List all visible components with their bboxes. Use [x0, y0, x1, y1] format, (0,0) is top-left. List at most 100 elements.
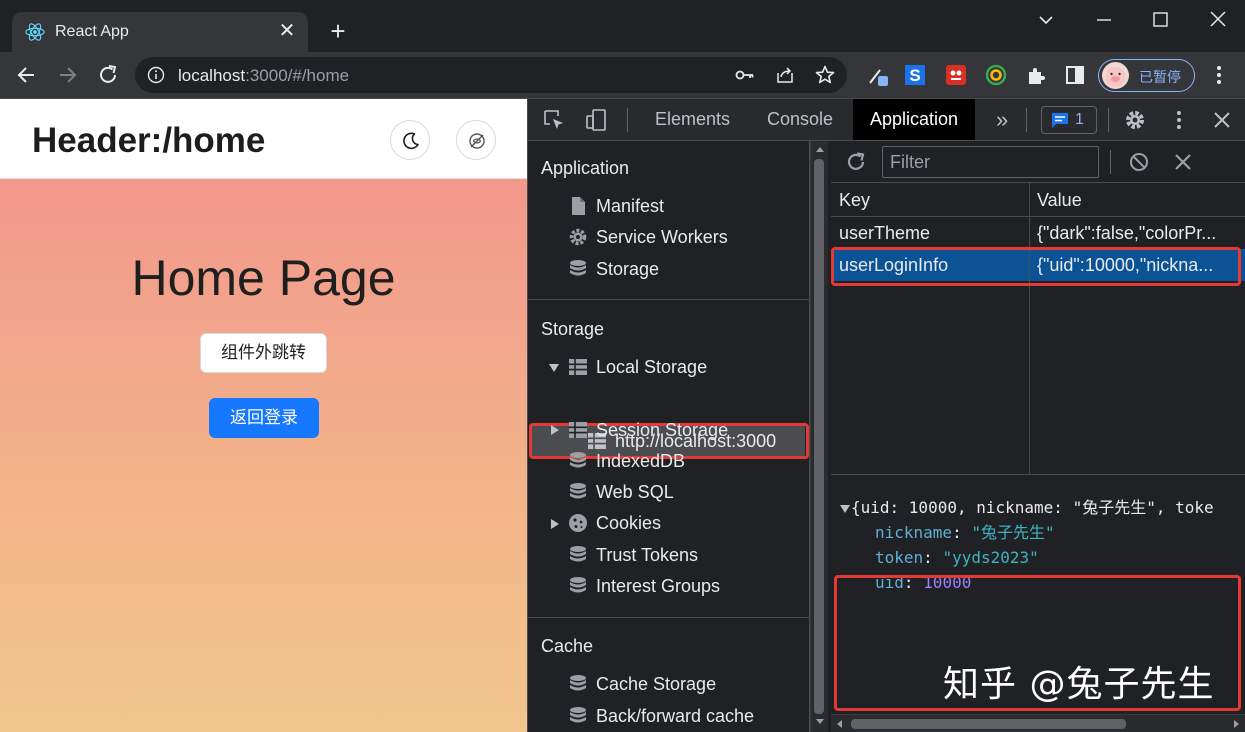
filter-input[interactable] — [882, 146, 1099, 178]
expanded-arrow-icon[interactable] — [548, 362, 560, 374]
collapsed-arrow-icon[interactable] — [549, 424, 561, 436]
issues-button[interactable]: 1 — [1041, 106, 1097, 134]
scroll-up-icon[interactable] — [815, 145, 825, 153]
preview-summary-tail: , toke — [1155, 498, 1214, 517]
database-icon — [570, 452, 586, 468]
table-row[interactable]: userTheme {"dark":false,"colorPr... — [831, 217, 1245, 249]
horizontal-scrollbar[interactable] — [831, 714, 1245, 732]
scrollbar-thumb[interactable] — [851, 719, 1126, 729]
scrollbar-thumb[interactable] — [814, 159, 824, 714]
sidebar-item-label: IndexedDB — [596, 451, 686, 471]
dark-mode-button[interactable] — [390, 120, 430, 160]
browser-tab-react-app[interactable]: React App ✕ — [12, 12, 308, 54]
settings-gear-icon[interactable] — [1123, 108, 1147, 132]
sidebar-item-label: Cookies — [596, 513, 662, 533]
application-sidebar: Application Manifest Service Workers Sto… — [528, 141, 810, 732]
back-arrow-icon[interactable] — [14, 62, 40, 88]
device-toggle-icon[interactable] — [584, 108, 608, 132]
tab-close-icon[interactable]: ✕ — [276, 20, 298, 42]
column-divider[interactable] — [1029, 183, 1030, 474]
side-panel-icon[interactable] — [1064, 64, 1086, 86]
toolbar-divider — [1026, 108, 1027, 132]
cell-key: userTheme — [839, 223, 931, 243]
extensions-puzzle-icon[interactable] — [1025, 64, 1047, 86]
delete-selected-icon[interactable] — [1173, 152, 1193, 172]
preview-summary-line[interactable]: {uid: 10000, nickname: "兔子先生", toke — [839, 496, 1214, 520]
file-icon — [572, 197, 585, 215]
collapsed-arrow-icon[interactable] — [549, 518, 561, 530]
sidebar-item-label: Web SQL — [596, 482, 674, 502]
preview-field-key: nickname — [875, 523, 953, 542]
profile-paused-label: 已暂停 — [1139, 69, 1181, 85]
scroll-right-icon[interactable] — [1233, 719, 1241, 729]
target-extension-icon[interactable] — [985, 64, 1007, 86]
tab-console[interactable]: Console — [767, 99, 833, 140]
preview-summary-mid: , nickname: — [956, 498, 1073, 517]
forward-arrow-icon[interactable] — [54, 62, 80, 88]
browser-title-bar: React App ✕ + — [0, 0, 1245, 54]
database-icon — [570, 707, 586, 723]
bookmark-star-icon[interactable] — [814, 64, 836, 86]
database-icon — [570, 577, 586, 593]
preview-field-value: "兔子先生" — [971, 523, 1055, 542]
more-tabs-button[interactable]: » — [996, 99, 1008, 140]
expanded-arrow-icon[interactable] — [839, 504, 851, 514]
window-close-icon[interactable] — [1204, 6, 1232, 34]
eye-off-icon — [469, 133, 485, 149]
sidebar-item-label: Trust Tokens — [596, 545, 699, 565]
table-grid-icon — [569, 359, 587, 375]
application-section-title: Application — [541, 158, 630, 178]
cell-value: {"dark":false,"colorPr... — [1037, 223, 1217, 243]
database-icon — [570, 260, 586, 276]
page-header: Header:/home — [0, 99, 527, 179]
sidebar-item-label: Manifest — [596, 196, 665, 216]
storage-section-title: Storage — [541, 319, 605, 339]
s-extension-icon[interactable]: S — [904, 64, 926, 86]
database-icon — [570, 483, 586, 499]
color-picker-extension-icon[interactable] — [867, 64, 889, 86]
color-toggle-button[interactable] — [456, 120, 496, 160]
minimize-icon[interactable] — [1090, 6, 1118, 34]
profile-button[interactable]: 已暂停 — [1098, 59, 1195, 92]
devtools-close-icon[interactable] — [1210, 108, 1234, 132]
share-icon[interactable] — [775, 65, 795, 85]
clear-all-icon[interactable] — [1128, 151, 1150, 173]
outside-jump-button[interactable]: 组件外跳转 — [200, 333, 327, 373]
sidebar-item-label: Interest Groups — [596, 576, 721, 596]
preview-summary-open: {uid: — [851, 498, 909, 517]
message-icon — [1052, 113, 1068, 128]
new-tab-button[interactable]: + — [326, 18, 350, 46]
scroll-left-icon[interactable] — [835, 719, 843, 729]
page-header-title: Header:/home — [32, 121, 266, 160]
preview-summary-uid: 10000 — [908, 498, 957, 517]
maximize-icon[interactable] — [1146, 6, 1174, 34]
react-logo-icon — [25, 23, 45, 41]
red-bug-extension-icon[interactable] — [945, 64, 967, 86]
devtools-more-icon[interactable] — [1167, 108, 1191, 132]
sidebar-item-label: Storage — [596, 259, 660, 279]
sidebar-divider — [528, 299, 809, 300]
tab-search-chevron-icon[interactable] — [1032, 6, 1060, 34]
scroll-down-icon[interactable] — [815, 718, 825, 726]
column-header-value[interactable]: Value — [1037, 190, 1082, 211]
tab-application[interactable]: Application — [853, 99, 976, 140]
browser-toolbar: localhost:3000/#/home S 已暂停 — [0, 52, 1245, 99]
kebab-menu-icon[interactable] — [1208, 64, 1230, 86]
column-header-key[interactable]: Key — [839, 190, 870, 211]
sidebar-divider — [528, 617, 809, 618]
back-to-login-button[interactable]: 返回登录 — [209, 398, 319, 438]
cookie-icon — [569, 514, 587, 532]
devtools-tab-bar: Elements Console Application » 1 — [528, 99, 1245, 141]
home-page-title: Home Page — [131, 250, 396, 306]
address-bar[interactable]: localhost:3000/#/home — [135, 57, 847, 93]
web-page: Header:/home Home Page 组件外跳转 返回登录 — [0, 99, 527, 732]
refresh-icon[interactable] — [845, 151, 867, 173]
sidebar-scrollbar[interactable] — [810, 141, 828, 732]
inspect-element-icon[interactable] — [542, 108, 566, 132]
site-info-icon[interactable] — [147, 66, 165, 84]
gear-icon — [569, 228, 587, 246]
reload-icon[interactable] — [95, 62, 121, 88]
key-icon[interactable] — [735, 66, 755, 84]
tab-elements[interactable]: Elements — [655, 99, 730, 140]
sidebar-item-label: Local Storage — [596, 357, 708, 377]
